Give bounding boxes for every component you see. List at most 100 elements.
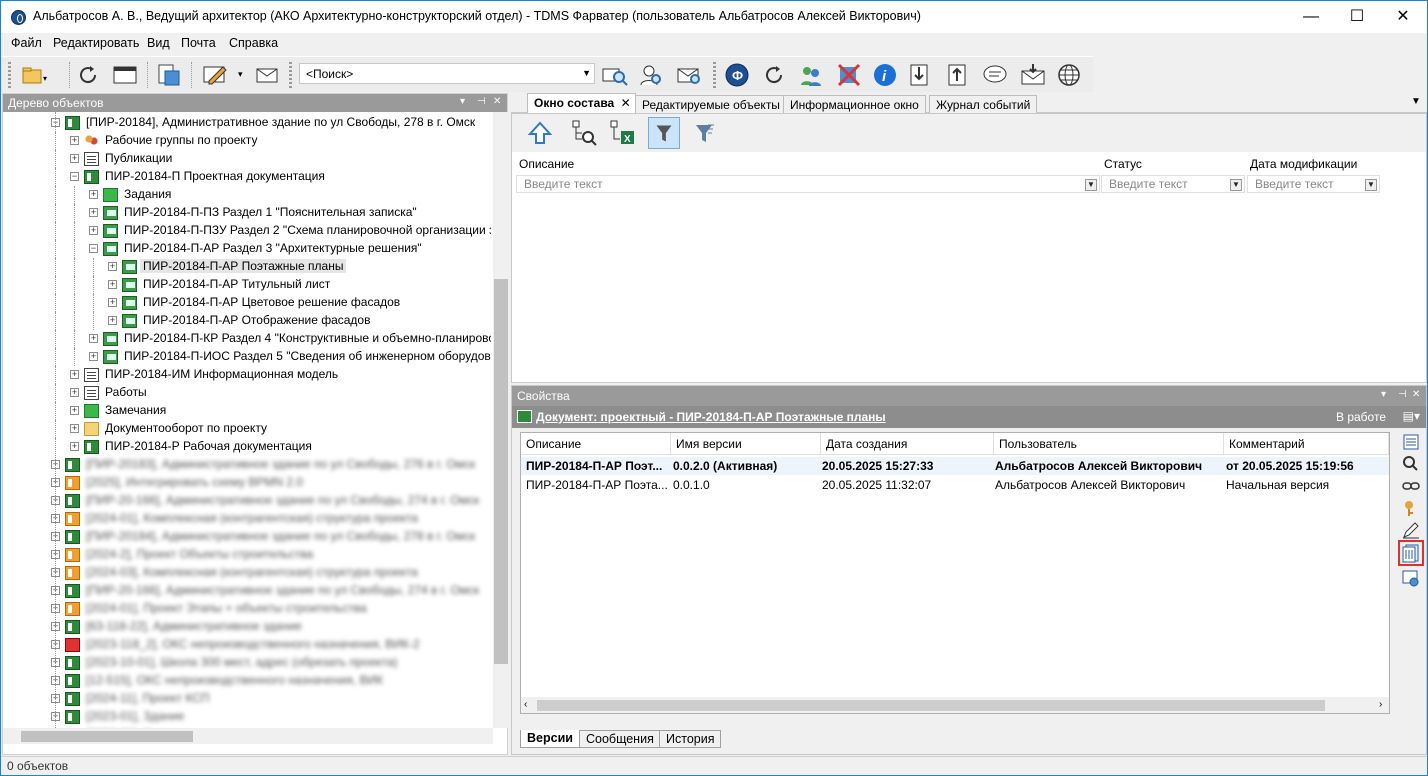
tab-composition[interactable]: Окно состава ✕ xyxy=(527,93,636,114)
tree-expander-icon[interactable]: + xyxy=(108,262,117,271)
column-description[interactable]: Описание xyxy=(521,433,671,455)
tree-item[interactable]: + [2025], Интегрировать схему BPMN 2.0 xyxy=(3,474,491,492)
tree-item[interactable]: + ПИР-20184-П-АР Титульный лист xyxy=(3,276,491,294)
checkin-icon[interactable] xyxy=(905,61,933,89)
checkout-icon[interactable] xyxy=(943,61,971,89)
send-mail-icon[interactable] xyxy=(253,61,281,89)
filter-settings-icon[interactable] xyxy=(688,117,720,149)
tabs-menu-icon[interactable]: ▼ xyxy=(1411,96,1421,107)
window-icon[interactable] xyxy=(111,61,139,89)
tab-close-icon[interactable]: ✕ xyxy=(621,96,631,110)
maximize-button[interactable]: ☐ xyxy=(1334,1,1380,33)
search-dropdown-icon[interactable]: ▼ xyxy=(582,68,591,78)
tree-expander-icon[interactable]: + xyxy=(70,136,79,145)
users-sync-icon[interactable] xyxy=(797,61,825,89)
level-up-icon[interactable] xyxy=(524,117,556,149)
column-created-date[interactable]: Дата создания xyxy=(821,433,994,455)
tree-item[interactable]: + ПИР-20184-П-АР Поэтажные планы xyxy=(3,258,491,276)
tree-item[interactable]: + [2023-118_2], ОКС непроизводственного н… xyxy=(3,636,491,654)
message-icon[interactable] xyxy=(981,61,1009,89)
tree-item[interactable]: + [ПИР-20184], Административное здание по… xyxy=(3,528,491,546)
tree-item[interactable]: + [12-515], ОКС непроизводственного назна… xyxy=(3,672,491,690)
properties-list-icon[interactable] xyxy=(1400,432,1422,452)
tree-search-icon[interactable] xyxy=(568,117,600,149)
tree-expander-icon[interactable]: + xyxy=(70,388,79,397)
column-user[interactable]: Пользователь xyxy=(994,433,1224,455)
tree-item[interactable]: + Публикации xyxy=(3,150,491,168)
column-description[interactable]: Описание xyxy=(519,157,574,171)
tree-item[interactable]: + [2024-2], Проект Объекты строительства xyxy=(3,546,491,564)
tree-horizontal-scroll-thumb[interactable] xyxy=(21,731,193,742)
tree-expander-icon[interactable]: + xyxy=(108,316,117,325)
tab-info-window[interactable]: Информационное окно xyxy=(783,95,926,113)
tree-item[interactable]: − [ПИР-20184], Административное здание по… xyxy=(3,114,491,132)
inbox-icon[interactable] xyxy=(1019,61,1047,89)
tree-expander-icon[interactable]: + xyxy=(108,280,117,289)
tree-item[interactable]: + ПИР-20184-П-ИОС Раздел 5 "Сведения об и… xyxy=(3,348,491,366)
tree-expander-icon[interactable]: + xyxy=(70,424,79,433)
tree-item[interactable]: + [ПИР-20183], Административное здание по… xyxy=(3,456,491,474)
tree-item[interactable]: + [2023-01], Здание xyxy=(3,708,491,726)
refresh-icon[interactable] xyxy=(75,61,103,89)
grid-horizontal-scroll-thumb[interactable] xyxy=(537,700,1325,711)
tree-item[interactable]: + ПИР-20184-П-АР Цветовое решение фасадов xyxy=(3,294,491,312)
tree-expander-icon[interactable]: + xyxy=(70,406,79,415)
tree-item[interactable]: + [2024-03], Комплексная (контрагентская)… xyxy=(3,564,491,582)
tree-vertical-scroll-thumb[interactable] xyxy=(494,279,508,664)
scroll-right-icon[interactable]: › xyxy=(1379,699,1382,710)
tree-item[interactable]: + [2024-01], Проект Этапы + объекты строи… xyxy=(3,600,491,618)
document-menu-icon[interactable]: ▤▾ xyxy=(1403,409,1420,423)
tree-expander-icon[interactable]: + xyxy=(89,352,98,361)
search-icon[interactable] xyxy=(1400,454,1422,474)
close-button[interactable]: ✕ xyxy=(1380,1,1426,33)
tab-event-log[interactable]: Журнал событий xyxy=(929,95,1038,113)
tree-expander-icon[interactable]: + xyxy=(70,154,79,163)
tree-item[interactable]: + ПИР-20184-ИМ Информационная модель xyxy=(3,366,491,384)
tree-item[interactable]: + [ПИР-20-166], Административное здание п… xyxy=(3,492,491,510)
tree-item[interactable]: + [ПИР-20-166], Административное здание п… xyxy=(3,582,491,600)
panel-pin-icon[interactable]: ⊣ xyxy=(1398,389,1407,400)
search-combobox[interactable]: <Поиск> ▼ xyxy=(299,63,595,84)
column-status[interactable]: Статус xyxy=(1104,157,1142,171)
tree-item[interactable]: + ПИР-20184-П-АР Отображение фасадов xyxy=(3,312,491,330)
table-row[interactable]: ПИР-20184-П-АР Поэта... 0.0.1.0 20.05.20… xyxy=(521,476,1389,494)
search-mail-icon[interactable] xyxy=(675,61,703,89)
tree-item[interactable]: + Задания xyxy=(3,186,491,204)
tree-item[interactable]: + Замечания xyxy=(3,402,491,420)
panel-pin-icon[interactable]: ⊣ xyxy=(477,96,486,107)
tree-item[interactable]: + Рабочие группы по проекту xyxy=(3,132,491,150)
info-icon[interactable]: i xyxy=(871,61,899,89)
new-object-icon[interactable]: ▾ xyxy=(19,61,47,89)
tab-versions[interactable]: Версии xyxy=(520,730,580,748)
tree-expander-icon[interactable]: + xyxy=(89,190,98,199)
search-user-icon[interactable] xyxy=(637,61,665,89)
tree-expander-icon[interactable]: + xyxy=(70,370,79,379)
settings-icon[interactable] xyxy=(1400,568,1422,588)
filter-dropdown-icon[interactable]: ▼ xyxy=(1230,179,1242,191)
pen-icon[interactable] xyxy=(1400,520,1422,540)
tree-expander-icon[interactable]: + xyxy=(89,208,98,217)
date-filter-input[interactable]: Введите текст ▼ xyxy=(1247,175,1380,193)
tree-item[interactable]: + ПИР-20184-П-КР Раздел 4 "Конструктивные… xyxy=(3,330,491,348)
tree-item[interactable]: + ПИР-20184-П-ПЗ Раздел 1 "Пояснительная … xyxy=(3,204,491,222)
tab-edited-objects[interactable]: Редактируемые объекты xyxy=(635,95,787,113)
column-version-name[interactable]: Имя версии xyxy=(671,433,821,455)
tree-item[interactable]: + Работы xyxy=(3,384,491,402)
tree-item[interactable]: + Документооборот по проекту xyxy=(3,420,491,438)
tree-item[interactable]: − ПИР-20184-П-АР Раздел 3 "Архитектурные … xyxy=(3,240,491,258)
search-folder-icon[interactable] xyxy=(601,61,629,89)
versions-icon[interactable] xyxy=(1400,543,1422,563)
tree-item[interactable]: + [2024-01], Комплексная (контрагентская)… xyxy=(3,510,491,528)
tree-expander-icon[interactable]: + xyxy=(89,226,98,235)
toolbar-grip[interactable] xyxy=(289,62,292,88)
export-excel-icon[interactable]: X xyxy=(606,117,638,149)
tree-expander-icon[interactable]: + xyxy=(108,298,117,307)
edit-icon[interactable] xyxy=(201,61,229,89)
object-properties-icon[interactable] xyxy=(155,61,183,89)
description-filter-input[interactable]: Введите текст ▼ xyxy=(516,175,1100,193)
tree-expander-icon[interactable]: + xyxy=(89,334,98,343)
reload-icon[interactable] xyxy=(761,61,789,89)
column-modified-date[interactable]: Дата модификации xyxy=(1250,157,1357,171)
tree-item[interactable]: + [63-118-22], Административное здание xyxy=(3,618,491,636)
search-input[interactable]: <Поиск> xyxy=(306,67,353,81)
